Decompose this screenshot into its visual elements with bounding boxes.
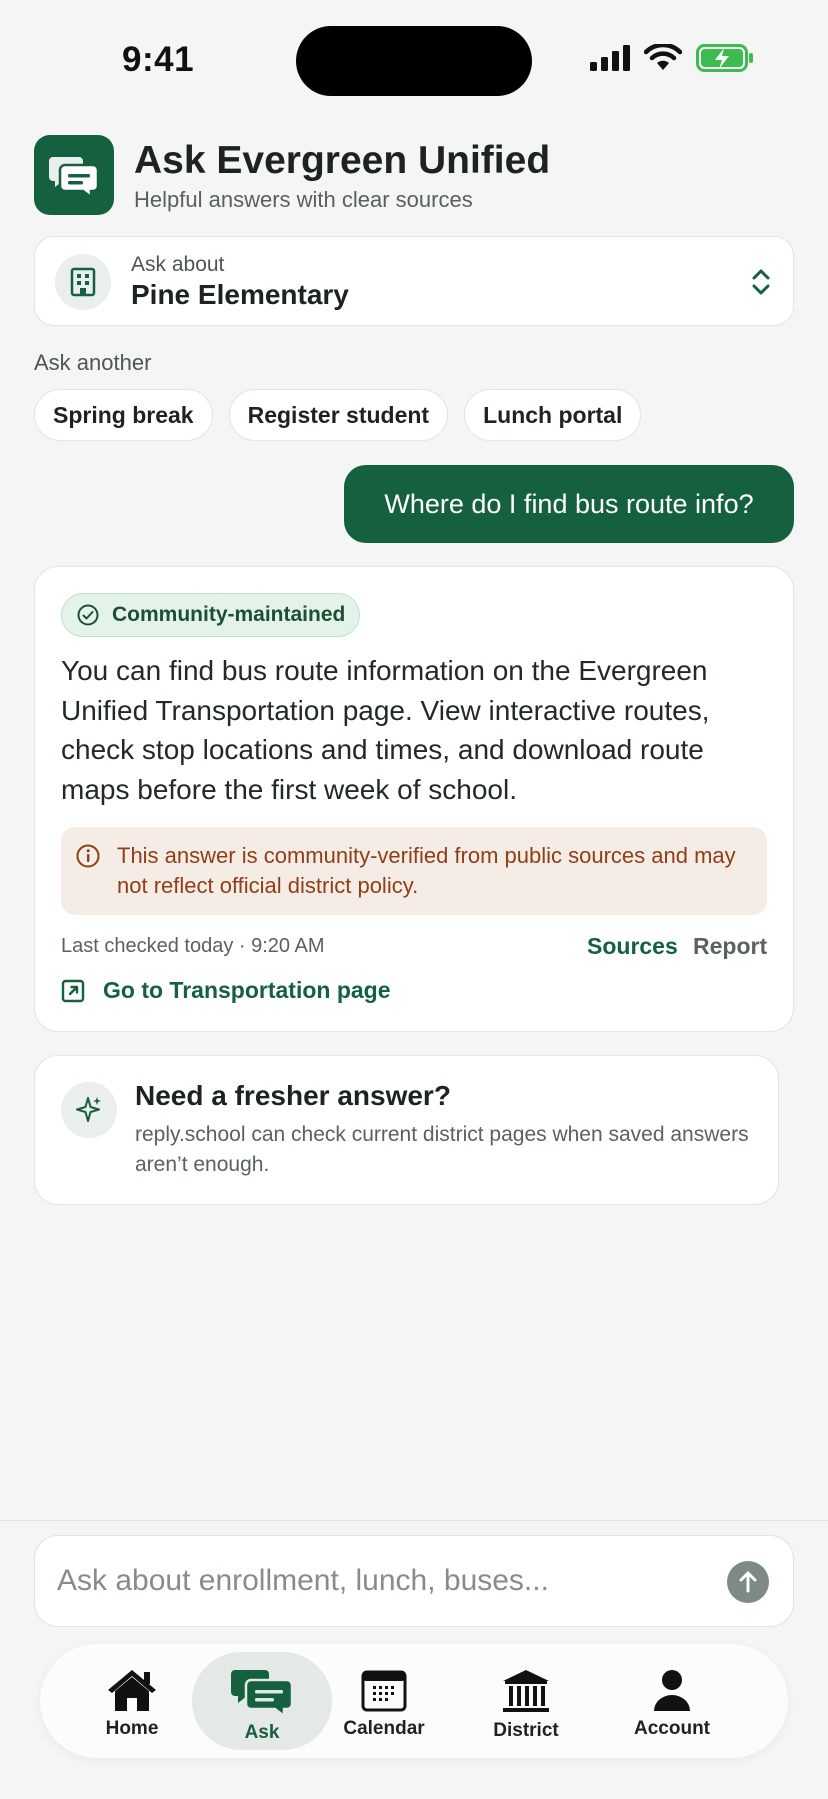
send-button[interactable] — [727, 1561, 769, 1603]
status-bar: 9:41 — [0, 0, 828, 110]
app-header: Ask Evergreen Unified Helpful answers wi… — [34, 135, 794, 215]
tab-account[interactable]: Account — [602, 1652, 742, 1750]
badge-label: Community-maintained — [112, 603, 346, 626]
chip-register-student[interactable]: Register student — [228, 389, 449, 441]
battery-charging-icon — [696, 44, 753, 72]
tab-district-label: District — [493, 1720, 559, 1741]
app-title: Ask Evergreen Unified — [134, 139, 551, 182]
tab-ask[interactable]: Ask — [192, 1652, 332, 1750]
chat-bubbles-icon — [49, 157, 99, 197]
school-picker[interactable]: Ask about Pine Elementary — [34, 236, 794, 326]
fresh-answer-card[interactable]: Need a fresher answer? reply.school can … — [34, 1055, 779, 1205]
ask-another-label: Ask another — [34, 350, 152, 375]
account-icon — [654, 1670, 690, 1711]
answer-card: Community-maintained You can find bus ro… — [34, 566, 794, 1032]
tab-home[interactable]: Home — [62, 1652, 202, 1750]
suggestion-chips: Spring break Register student Lunch port… — [34, 389, 642, 441]
disclaimer-text: This answer is community-verified from p… — [117, 843, 736, 898]
external-link-icon — [61, 979, 85, 1002]
district-building-icon — [503, 1670, 549, 1712]
report-button[interactable]: Report — [693, 933, 767, 960]
picker-label: Ask about — [131, 253, 225, 276]
status-icons — [590, 44, 754, 72]
transportation-link-label: Go to Transportation page — [103, 977, 391, 1003]
community-badge: Community-maintained — [61, 593, 361, 637]
answer-text: You can find bus route information on th… — [61, 655, 710, 805]
calendar-icon — [361, 1670, 407, 1712]
home-icon — [108, 1670, 156, 1711]
tab-district[interactable]: District — [456, 1652, 596, 1750]
info-icon — [76, 844, 100, 868]
ask-input[interactable] — [57, 1536, 717, 1626]
arrow-up-icon — [739, 1571, 757, 1593]
tab-ask-label: Ask — [244, 1722, 280, 1743]
sparkle-icon — [61, 1082, 117, 1138]
tab-calendar-label: Calendar — [343, 1718, 425, 1739]
app-subtitle: Helpful answers with clear sources — [134, 187, 473, 212]
chevron-up-down-icon — [752, 269, 770, 295]
user-message-bubble: Where do I find bus route info? — [344, 465, 794, 543]
composer — [34, 1535, 794, 1627]
chat-bubbles-icon — [231, 1670, 293, 1716]
tab-account-label: Account — [634, 1718, 710, 1739]
fresh-answer-title: Need a fresher answer? — [135, 1080, 451, 1111]
sources-button[interactable]: Sources — [587, 933, 678, 960]
app-logo — [34, 135, 114, 215]
status-time: 9:41 — [122, 40, 195, 79]
last-checked-text: Last checked today · 9:20 AM — [61, 935, 325, 957]
chip-spring-break[interactable]: Spring break — [34, 389, 213, 441]
tab-calendar[interactable]: Calendar — [314, 1652, 454, 1750]
check-circle-icon — [77, 604, 99, 626]
fresh-answer-body: reply.school can check current district … — [135, 1123, 749, 1176]
picker-value: Pine Elementary — [131, 279, 349, 310]
tab-home-label: Home — [105, 1718, 159, 1739]
dynamic-island — [296, 26, 532, 96]
tab-bar: Home Ask Calendar District Account — [40, 1644, 788, 1758]
wifi-icon — [644, 44, 682, 70]
disclaimer-box: This answer is community-verified from p… — [61, 827, 767, 915]
transportation-page-link[interactable]: Go to Transportation page — [61, 977, 391, 1004]
composer-divider — [0, 1520, 828, 1521]
cellular-signal-icon — [590, 45, 630, 71]
school-building-icon — [55, 254, 111, 310]
chip-lunch-portal[interactable]: Lunch portal — [464, 389, 642, 441]
